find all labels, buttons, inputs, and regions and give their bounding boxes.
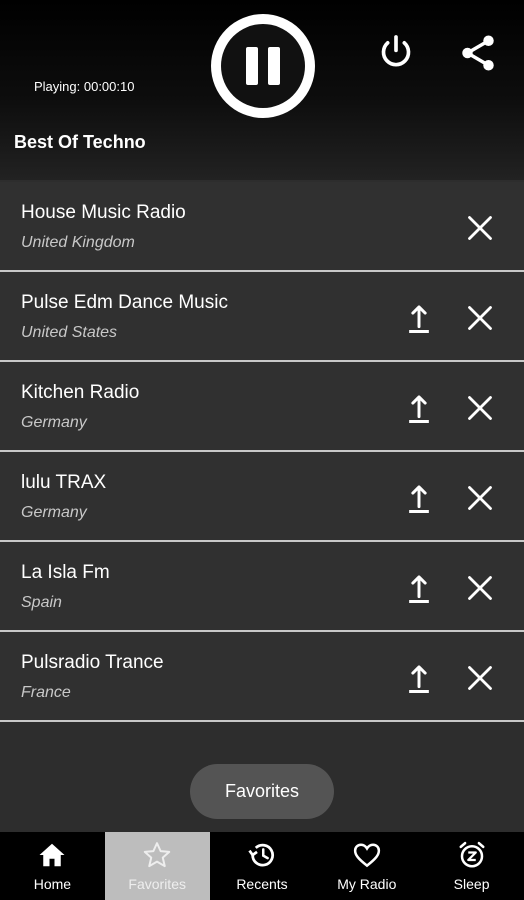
station-name: Pulse Edm Dance Music <box>21 292 228 313</box>
nav-label: Recents <box>236 876 288 892</box>
station-name: Pulsradio Trance <box>21 652 164 673</box>
playing-status: Playing: 00:00:10 <box>34 79 135 94</box>
player-header: Playing: 00:00:10 Best Of Techno <box>0 0 524 180</box>
station-country: France <box>21 684 71 701</box>
close-icon[interactable] <box>466 214 494 242</box>
station-country: Spain <box>21 594 62 611</box>
home-icon <box>39 843 65 867</box>
list-item[interactable]: Pulse Edm Dance Music United States <box>0 272 524 362</box>
station-name: lulu TRAX <box>21 472 107 493</box>
list-item[interactable]: lulu TRAX Germany <box>0 452 524 542</box>
nav-item-my-radio[interactable]: My Radio <box>314 832 419 900</box>
nav-label: Home <box>33 876 72 892</box>
nav-item-sleep[interactable]: Sleep <box>419 832 524 900</box>
list-item[interactable]: Kitchen Radio Germany <box>0 362 524 452</box>
station-name: La Isla Fm <box>21 562 110 583</box>
nav-label: Favorites <box>128 876 186 892</box>
move-up-icon[interactable] <box>404 392 434 424</box>
share-icon[interactable] <box>457 32 499 74</box>
list-item[interactable]: House Music Radio United Kingdom <box>0 182 524 272</box>
list-item[interactable]: La Isla Fm Spain <box>0 542 524 632</box>
nav-label: Sleep <box>453 876 490 892</box>
close-icon[interactable] <box>466 664 494 692</box>
nav-item-home[interactable]: Home <box>0 832 105 900</box>
station-name: House Music Radio <box>21 202 186 223</box>
bottom-nav: Home Favorites Recents My Radio Sleep <box>0 832 524 900</box>
close-icon[interactable] <box>466 304 494 332</box>
close-icon[interactable] <box>466 574 494 602</box>
power-icon[interactable] <box>376 32 416 72</box>
move-up-icon[interactable] <box>404 302 434 334</box>
close-icon[interactable] <box>466 394 494 422</box>
station-country: Germany <box>21 414 87 431</box>
nav-label: My Radio <box>337 876 397 892</box>
nav-item-favorites[interactable]: Favorites <box>104 832 210 900</box>
move-up-icon[interactable] <box>404 572 434 604</box>
favorites-list: House Music Radio United Kingdom Pulse E… <box>0 182 524 722</box>
move-up-icon[interactable] <box>404 662 434 694</box>
alarm-icon <box>459 841 485 868</box>
pause-icon <box>221 24 305 108</box>
nav-item-recents[interactable]: Recents <box>210 832 315 900</box>
station-country: Germany <box>21 504 87 521</box>
list-item[interactable]: Pulsradio Trance France <box>0 632 524 722</box>
pause-button[interactable] <box>211 14 315 118</box>
history-icon <box>248 843 274 867</box>
station-country: United Kingdom <box>21 234 135 251</box>
station-title: Best Of Techno <box>14 132 146 152</box>
heart-icon <box>353 843 380 868</box>
toast-message: Favorites <box>190 764 334 819</box>
close-icon[interactable] <box>466 484 494 512</box>
station-name: Kitchen Radio <box>21 382 140 403</box>
station-country: United States <box>21 324 118 341</box>
move-up-icon[interactable] <box>404 482 434 514</box>
star-icon <box>143 842 171 868</box>
